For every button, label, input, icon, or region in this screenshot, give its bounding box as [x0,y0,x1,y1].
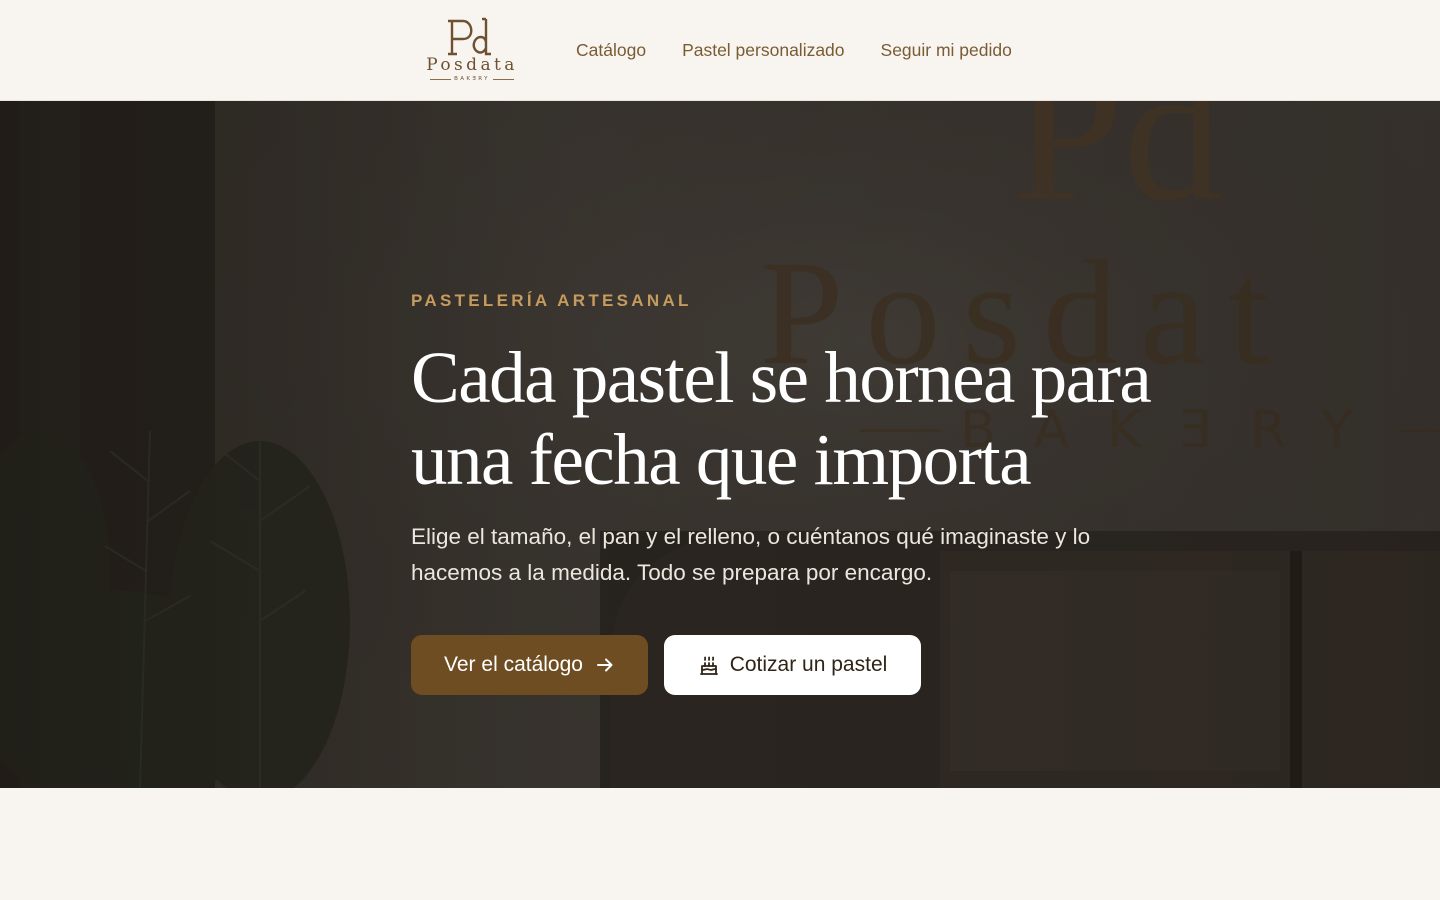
arrow-right-icon [596,658,613,672]
hero-eyebrow: PASTELERÍA ARTESANAL [411,291,692,310]
hero-title-line-2: una fecha que importa [411,419,1032,500]
hero-title-line-1: Cada pastel se hornea para [411,337,1152,418]
home-logo-link[interactable]: Posdata BAKƎRY [424,17,520,85]
cotizar-pastel-label: Cotizar un pastel [729,653,888,676]
hero-title: Cada pastel se hornea para una fecha que… [411,337,1211,501]
pd-monogram-logo [448,17,491,56]
main-nav: Catálogo Pastel personalizado Seguir mi … [576,39,1048,61]
next-section [0,788,1440,900]
ver-catalogo-label: Ver el catálogo [444,653,583,676]
site-header: Posdata BAKƎRY Catálogo Pastel personali… [0,0,1440,101]
hero-lead: Elige el tamaño, el pan y el relleno, o … [411,524,1091,585]
ver-catalogo-button[interactable]: Ver el catálogo [411,635,648,695]
logo-wordmark: Posdata [426,55,518,75]
nav-link-catalogo[interactable]: Catálogo [576,39,646,61]
cake-icon [699,656,718,675]
hero-actions: Ver el catálogo Cotizar un pastel [411,635,1211,695]
hero-section: Pd Posdat BAKƎRY PASTELERÍA ARTESANAL Ca… [0,101,1440,788]
hero-content: PASTELERÍA ARTESANAL Cada pastel se horn… [411,291,1211,695]
logo-subtitle-text: BAKƎRY [454,76,490,82]
logo-subtitle: BAKƎRY [430,76,515,82]
nav-link-pastel-personalizado[interactable]: Pastel personalizado [682,39,844,61]
nav-link-seguir-pedido[interactable]: Seguir mi pedido [881,39,1012,61]
cotizar-pastel-button[interactable]: Cotizar un pastel [664,635,921,695]
